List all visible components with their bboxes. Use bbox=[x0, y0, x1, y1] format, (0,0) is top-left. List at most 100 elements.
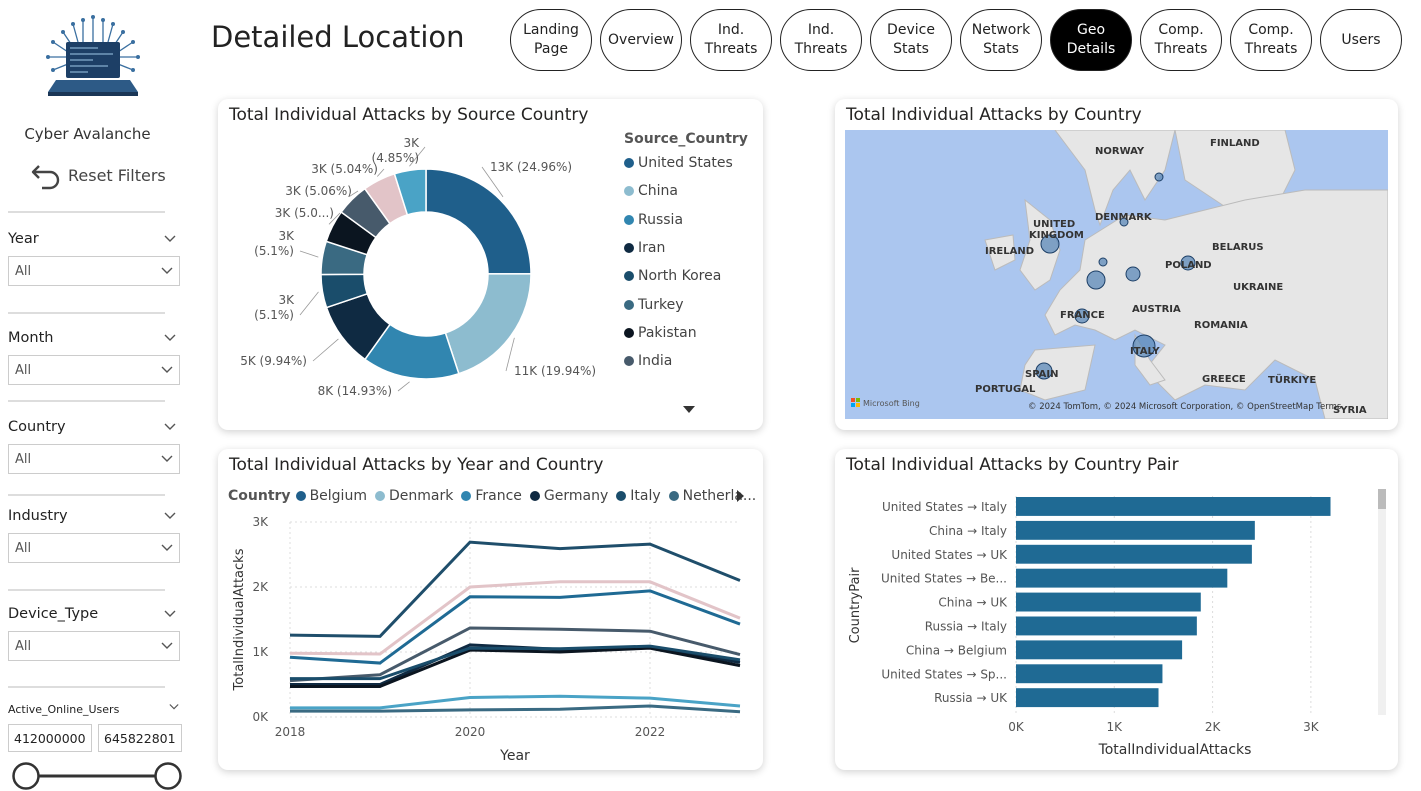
y-tick-label: China → UK bbox=[938, 596, 1008, 610]
line-chart[interactable]: 0K 1K 2K 3K 2018 2020 2022 Year TotalIndividualA… bbox=[218, 511, 763, 771]
legend-item[interactable]: United States bbox=[624, 149, 748, 177]
bar-chart[interactable]: 0K 1K 2K 3K United States → Italy China → Ita… bbox=[835, 479, 1398, 769]
legend-label: Denmark bbox=[388, 488, 454, 504]
legend-item[interactable]: Russia bbox=[624, 206, 748, 234]
nav-button-ind-threats[interactable]: Ind. Threats bbox=[690, 9, 772, 71]
map-country-label: PORTUGAL bbox=[975, 384, 1036, 395]
bar[interactable] bbox=[1016, 664, 1163, 684]
legend-dot bbox=[624, 186, 634, 197]
nav-button-comp-threats[interactable]: Comp. Threats bbox=[1140, 9, 1222, 71]
legend-item[interactable]: Belgium bbox=[295, 488, 367, 504]
y-tick-label: 0K bbox=[252, 710, 269, 724]
collapse-chevron-icon[interactable] bbox=[164, 610, 176, 618]
nav-button-landing-page[interactable]: Landing Page bbox=[510, 9, 592, 71]
divider bbox=[8, 589, 165, 591]
map-country-label: ITALY bbox=[1130, 346, 1160, 357]
legend-next-icon[interactable] bbox=[737, 490, 745, 502]
scrollbar-thumb[interactable] bbox=[1378, 489, 1386, 509]
month-dropdown[interactable]: All bbox=[8, 355, 180, 385]
reset-filters-button[interactable]: Reset Filters bbox=[30, 160, 166, 190]
bar-chart-title: Total Individual Attacks by Country Pair bbox=[846, 455, 1179, 475]
europe-bubble-map[interactable]: NORWAY FINLAND DENMARK UNITEDKINGDOM IRELAND… bbox=[845, 130, 1388, 419]
collapse-chevron-icon[interactable] bbox=[164, 235, 176, 243]
device-type-dropdown[interactable]: All bbox=[8, 631, 180, 661]
legend-item[interactable]: Denmark bbox=[374, 488, 454, 504]
bar[interactable] bbox=[1016, 520, 1255, 540]
legend-label: Germany bbox=[543, 488, 609, 504]
legend-label: China bbox=[638, 183, 678, 200]
legend-item[interactable]: Italy bbox=[616, 488, 661, 504]
nav-button-ind-threats[interactable]: Ind. Threats bbox=[780, 9, 862, 71]
bar[interactable] bbox=[1016, 497, 1331, 516]
legend-item[interactable]: Iran bbox=[624, 234, 748, 262]
nav-button-overview[interactable]: Overview bbox=[600, 9, 682, 71]
bar[interactable] bbox=[1016, 568, 1228, 588]
legend-item[interactable]: North Korea bbox=[624, 262, 748, 290]
y-tick-label: 3K bbox=[252, 515, 269, 529]
map-copyright[interactable]: © 2024 TomTom, © 2024 Microsoft Corporat… bbox=[1028, 402, 1342, 412]
legend-dot bbox=[668, 491, 679, 501]
collapse-chevron-icon[interactable] bbox=[164, 334, 176, 342]
collapse-chevron-icon[interactable] bbox=[164, 423, 176, 431]
legend-dot bbox=[461, 491, 472, 501]
reset-filters-label: Reset Filters bbox=[68, 165, 166, 185]
divider bbox=[8, 312, 165, 314]
donut-data-label: 3K (5.0...) bbox=[275, 206, 334, 220]
nav-button-device-stats[interactable]: Device Stats bbox=[870, 9, 952, 71]
collapse-chevron-icon[interactable] bbox=[169, 703, 179, 711]
legend-item[interactable]: India bbox=[624, 347, 748, 375]
divider bbox=[8, 400, 165, 402]
range-slider[interactable] bbox=[12, 762, 182, 790]
donut-data-label: 3K (5.06%) bbox=[285, 184, 352, 198]
bar[interactable] bbox=[1016, 616, 1197, 636]
bar[interactable] bbox=[1016, 688, 1159, 708]
legend-scroll-down-icon[interactable] bbox=[683, 406, 695, 414]
donut-slice[interactable] bbox=[425, 168, 532, 275]
collapse-chevron-icon[interactable] bbox=[164, 512, 176, 520]
map-bubble[interactable] bbox=[1125, 266, 1141, 282]
divider bbox=[8, 211, 165, 213]
legend-label: North Korea bbox=[638, 268, 722, 285]
legend-item[interactable]: Pakistan bbox=[624, 319, 748, 347]
donut-leader-line bbox=[299, 291, 319, 316]
month-filter-label: Month bbox=[8, 330, 54, 346]
scrollbar-track[interactable] bbox=[1378, 489, 1386, 715]
donut-legend: Source_Country United States China Russia I… bbox=[624, 131, 748, 375]
donut-slice[interactable] bbox=[444, 273, 532, 375]
country-dropdown[interactable]: All bbox=[8, 444, 180, 474]
legend-label: Netherla... bbox=[682, 488, 757, 504]
bar[interactable] bbox=[1016, 640, 1183, 660]
nav-button-geo-details[interactable]: Geo Details bbox=[1050, 9, 1132, 71]
bar[interactable] bbox=[1016, 592, 1201, 612]
map-country-label: FINLAND bbox=[1210, 138, 1260, 149]
legend-dot bbox=[624, 356, 634, 367]
donut-data-label: (5.1%) bbox=[254, 244, 294, 258]
line-series[interactable] bbox=[289, 580, 741, 656]
nav-button-network-stats[interactable]: Network Stats bbox=[960, 9, 1042, 71]
year-dropdown[interactable]: All bbox=[8, 256, 180, 286]
chevron-down-icon bbox=[161, 455, 173, 462]
device-type-dropdown-value: All bbox=[15, 638, 32, 654]
legend-item[interactable]: France bbox=[461, 488, 522, 504]
line-series[interactable] bbox=[289, 540, 741, 638]
legend-item[interactable]: Turkey bbox=[624, 290, 748, 318]
map-bubble[interactable] bbox=[1098, 257, 1108, 267]
map-bubble[interactable] bbox=[1154, 172, 1164, 182]
industry-dropdown[interactable]: All bbox=[8, 533, 180, 563]
legend-label: Turkey bbox=[638, 296, 684, 313]
map-bubble[interactable] bbox=[1086, 270, 1106, 290]
range-slider-min-handle[interactable] bbox=[12, 762, 40, 790]
y-tick-label: Russia → UK bbox=[934, 691, 1008, 705]
nav-button-users[interactable]: Users bbox=[1320, 9, 1402, 71]
range-max-input[interactable]: 645822801 bbox=[98, 724, 182, 752]
range-slider-max-handle[interactable] bbox=[154, 762, 182, 790]
legend-item[interactable]: China bbox=[624, 177, 748, 205]
bar[interactable] bbox=[1016, 544, 1252, 564]
donut-chart[interactable]: 13K (24.96%) 11K (19.94%) 8K (14.93%) 5K (9… bbox=[218, 129, 618, 429]
donut-leader-line bbox=[376, 168, 385, 177]
range-min-input[interactable]: 412000000 bbox=[8, 724, 92, 752]
legend-item[interactable]: Germany bbox=[529, 488, 609, 504]
nav-button-comp-threats[interactable]: Comp. Threats bbox=[1230, 9, 1312, 71]
industry-dropdown-value: All bbox=[15, 540, 32, 556]
x-tick-label: 3K bbox=[1303, 720, 1320, 734]
